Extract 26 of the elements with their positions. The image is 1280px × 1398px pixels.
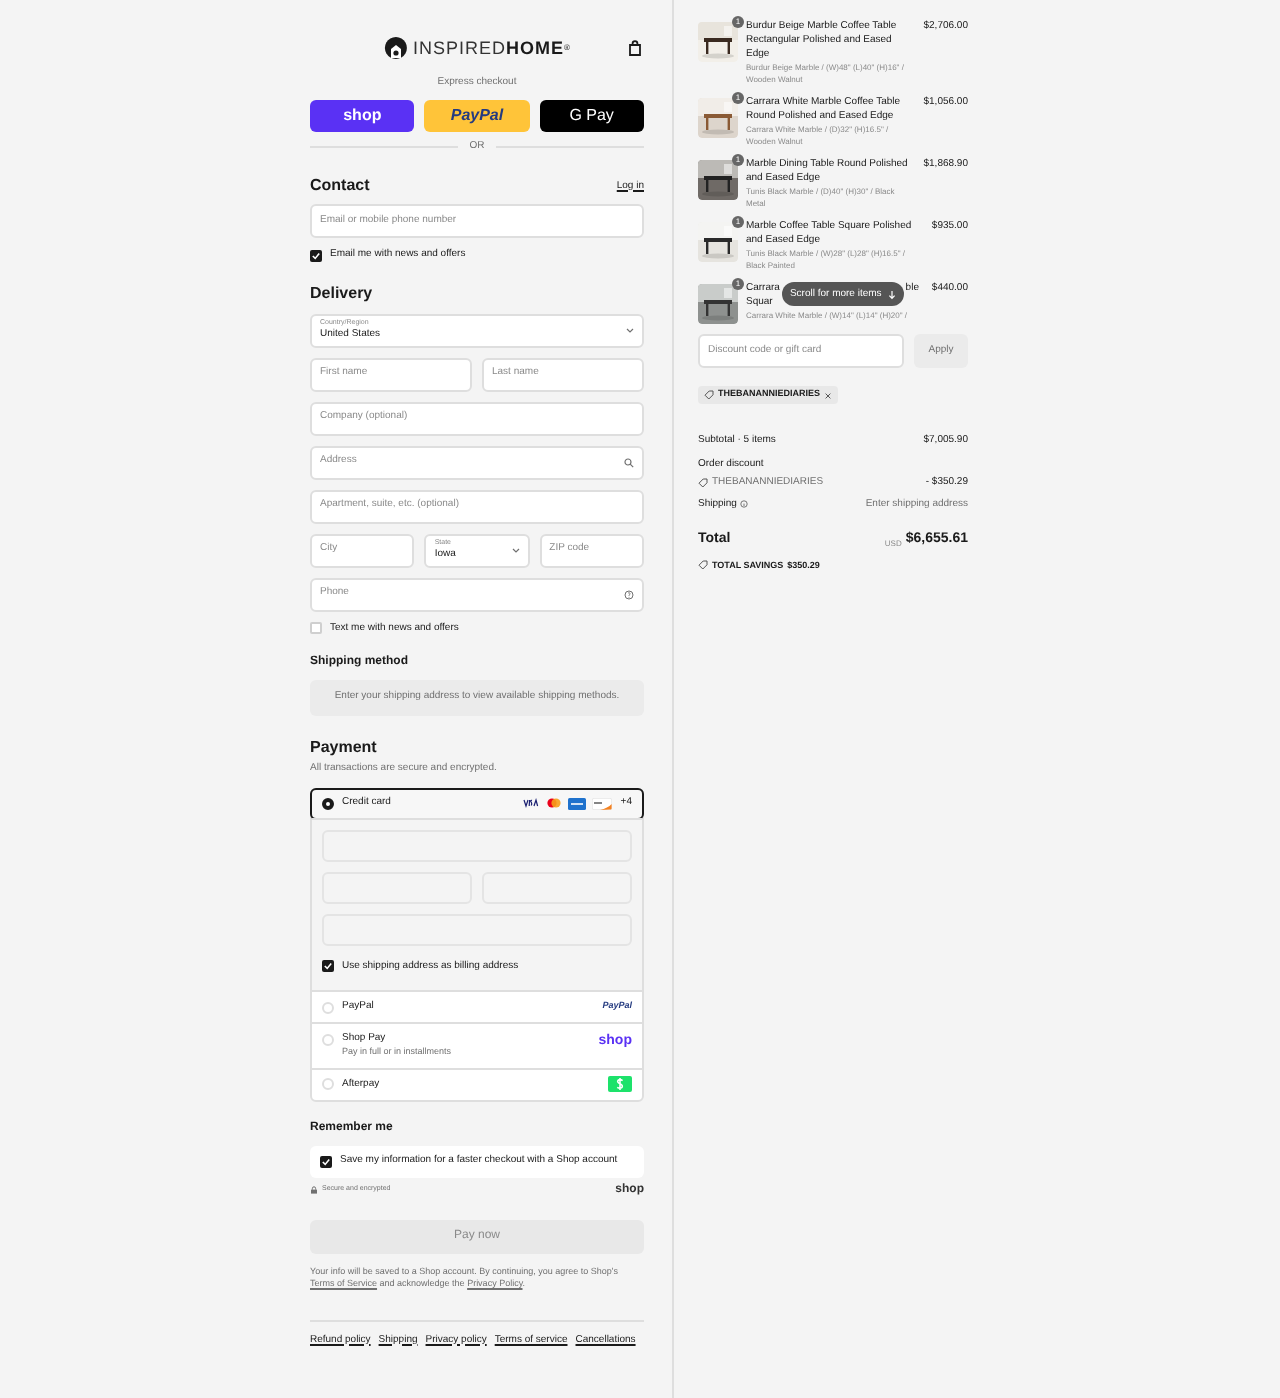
- radio-button[interactable]: [322, 797, 334, 809]
- close-icon[interactable]: [824, 391, 833, 399]
- tag-icon: [698, 560, 708, 571]
- mastercard-icon: [546, 798, 563, 808]
- gpay-pay-button[interactable]: G Pay: [539, 99, 644, 131]
- visa-card-icon: [522, 798, 541, 808]
- logo-icon: [383, 36, 408, 60]
- shop-pay-button[interactable]: shop: [310, 99, 415, 131]
- tag-icon: [698, 478, 708, 489]
- checkbox[interactable]: [310, 622, 322, 635]
- section-heading: Contact: [310, 178, 370, 194]
- section-heading: Payment: [310, 740, 379, 756]
- search-icon: [624, 457, 634, 467]
- tag-icon: [704, 390, 714, 400]
- chevron-down-icon: [511, 547, 520, 553]
- amex-card-icon: [568, 797, 587, 809]
- info-icon: [740, 500, 749, 509]
- help-icon: [624, 589, 634, 599]
- arrow-down-icon: [887, 289, 896, 299]
- section-heading: Delivery: [310, 285, 375, 301]
- lock-icon: [310, 1186, 318, 1194]
- paypal-pay-button[interactable]: PayPal: [424, 99, 530, 131]
- discover-card-icon: [592, 797, 613, 809]
- chevron-down-icon: [626, 327, 634, 333]
- afterpay-logo-icon: [608, 1076, 632, 1092]
- bag-icon[interactable]: [628, 40, 642, 56]
